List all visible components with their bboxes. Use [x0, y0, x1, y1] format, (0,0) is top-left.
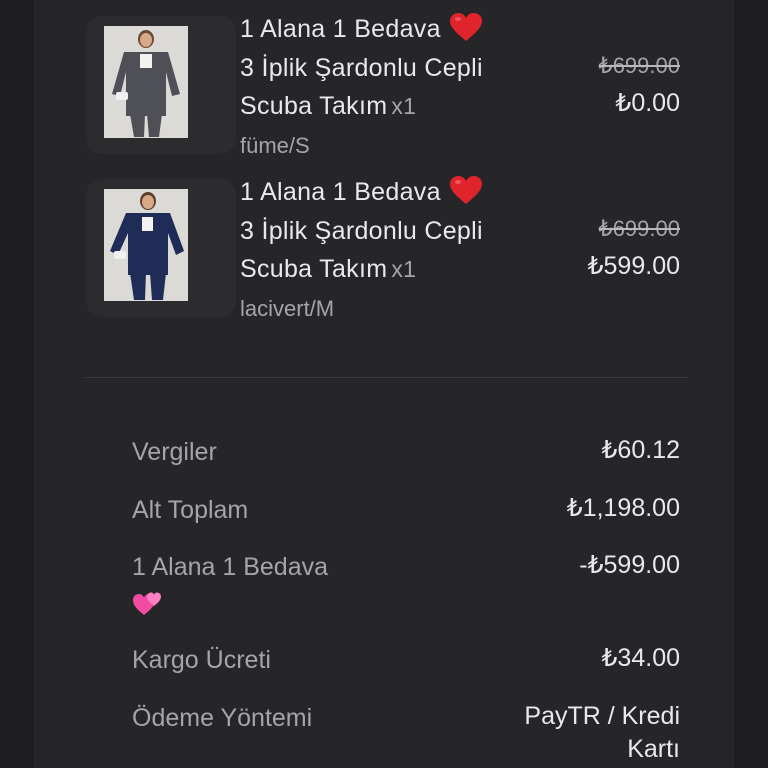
variant-label: füme/S — [240, 133, 310, 158]
summary-label: Vergiler — [132, 438, 217, 466]
original-price: ₺699.00 — [598, 216, 680, 241]
summary-label: Ödeme Yöntemi — [132, 704, 313, 732]
product-image — [104, 189, 188, 301]
quantity-label: x1 — [391, 256, 417, 282]
final-price: ₺0.00 — [615, 89, 680, 117]
heart-icon — [449, 12, 483, 42]
line-item: 1 Alana 1 Bedava 3 İplik Şardonlu Cepli … — [34, 0, 734, 160]
summary-value: ₺34.00 — [601, 644, 680, 672]
product-title: 1 Alana 1 Bedava 3 İplik Şardonlu Cepli … — [240, 173, 540, 289]
summary-label: Kargo Ücreti — [132, 646, 271, 674]
summary-label: 1 Alana 1 Bedava — [132, 549, 392, 621]
order-summary-panel: 1 Alana 1 Bedava 3 İplik Şardonlu Cepli … — [34, 0, 734, 768]
summary-value: PayTR / Kredi Kartı — [524, 702, 680, 763]
product-title: 1 Alana 1 Bedava 3 İplik Şardonlu Cepli … — [240, 10, 540, 126]
two-hearts-icon — [132, 589, 164, 617]
original-price: ₺699.00 — [598, 53, 680, 78]
quantity-label: x1 — [391, 93, 417, 119]
summary-value: ₺60.12 — [601, 436, 680, 464]
summary-label: Alt Toplam — [132, 496, 249, 524]
section-divider — [84, 377, 688, 378]
summary-value: -₺599.00 — [579, 551, 680, 579]
summary-value: ₺1,198.00 — [566, 494, 680, 522]
line-item: 1 Alana 1 Bedava 3 İplik Şardonlu Cepli … — [34, 163, 734, 323]
product-image — [104, 26, 188, 138]
variant-label: lacivert/M — [240, 296, 335, 321]
final-price: ₺599.00 — [587, 252, 680, 280]
heart-icon — [449, 175, 483, 205]
